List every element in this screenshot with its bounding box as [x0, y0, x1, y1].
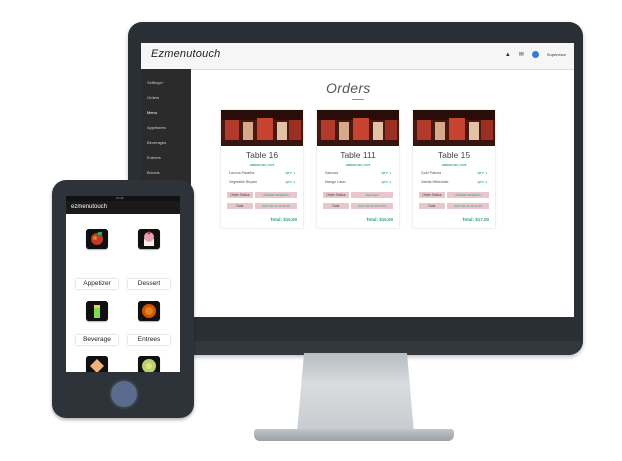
bell-icon[interactable]: ▲: [505, 52, 511, 58]
sidebar-item-beverages[interactable]: Beverages: [147, 140, 166, 145]
order-date-row: Date 2017-10-26 16:10:02: [227, 203, 297, 209]
beverage-icon[interactable]: [86, 301, 108, 321]
order-card[interactable]: Table 16 ORDER NO: #170 Laccha Paratha Q…: [221, 110, 303, 228]
dessert-icon[interactable]: [138, 229, 160, 249]
item-qty: QTY: 1: [477, 171, 487, 175]
status-badge[interactable]: Approved: [351, 192, 393, 198]
salad-icon[interactable]: [138, 356, 160, 372]
item-name: Vanilla Milkshake: [421, 180, 449, 184]
sidebar-item-entrees[interactable]: Entrees: [147, 155, 161, 160]
avatar[interactable]: [531, 51, 539, 58]
item-qty: QTY: 1: [285, 171, 295, 175]
status-label: Order Status: [323, 192, 349, 198]
item-name: Laccha Paratha: [229, 171, 255, 175]
home-button[interactable]: [109, 379, 139, 409]
item-name: Mango Lassi: [325, 180, 346, 184]
category-dessert[interactable]: Dessert: [128, 279, 170, 289]
order-item: Vegetable Biryani QTY: 1: [229, 180, 295, 186]
item-name: Vegetable Biryani: [229, 180, 257, 184]
date-label: Date: [323, 203, 349, 209]
item-qty: QTY: 1: [381, 171, 391, 175]
sidebar-item-menu[interactable]: Menu: [147, 110, 157, 115]
item-qty: QTY: 1: [285, 180, 295, 184]
status-label: Order Status: [419, 192, 445, 198]
status-badge[interactable]: ORDER PENDING: [255, 192, 297, 198]
order-item: Gobi Pakora QTY: 1: [421, 171, 487, 177]
category-appetizer[interactable]: Appetizer: [76, 279, 118, 289]
date-label: Date: [227, 203, 253, 209]
item-name: Gobi Pakora: [421, 171, 441, 175]
item-name: Samosa: [325, 171, 339, 175]
page-title: Orders: [326, 80, 371, 96]
order-status-row: Order Status Approved: [323, 192, 393, 198]
order-total: Total: $15.00: [270, 217, 297, 222]
item-qty: QTY: 1: [477, 180, 487, 184]
sidebar-item-appetizers[interactable]: Appetizers: [147, 125, 166, 130]
user-name[interactable]: Supervisor: [547, 52, 566, 57]
table-name: Table 111: [340, 150, 376, 160]
entrees-icon[interactable]: [138, 301, 160, 321]
order-total: Total: $17.00: [462, 217, 489, 222]
status-badge[interactable]: ORDER PENDING: [447, 192, 489, 198]
phone-app-title: ezmenutouch: [71, 204, 108, 210]
restaurant-photo: [317, 110, 399, 146]
order-item: Samosa QTY: 1: [325, 171, 391, 177]
monitor-chin: [128, 341, 583, 355]
table-name: Table 15: [437, 150, 471, 160]
order-item: Mango Lassi QTY: 1: [325, 180, 391, 186]
phone-screen: 10:40 ezmenutouch Appetizer Dessert Beve…: [66, 196, 180, 372]
restaurant-photo: [221, 110, 303, 146]
title-underline: [352, 99, 364, 100]
sidebar-item-settings[interactable]: Settings+: [147, 80, 164, 85]
appetizer-icon[interactable]: [86, 229, 108, 249]
order-number: ORDER NO: #178: [441, 163, 467, 167]
order-date-row: Date 2017-10-25 15:14:15: [419, 203, 489, 209]
item-qty: QTY: 1: [381, 180, 391, 184]
sidebar-item-orders[interactable]: Orders: [147, 95, 159, 100]
table-name: Table 16: [245, 150, 279, 160]
order-item: Laccha Paratha QTY: 1: [229, 171, 295, 177]
phone-app-bar: ezmenutouch: [66, 201, 180, 214]
date-label: Date: [419, 203, 445, 209]
brand-logo[interactable]: Ezmenutouch: [151, 48, 220, 60]
order-card[interactable]: Table 111 ORDER NO: #175 Samosa QTY: 1 M…: [317, 110, 399, 228]
sidebar-item-breads[interactable]: Breads: [147, 170, 160, 175]
category-entrees[interactable]: Entrees: [128, 335, 170, 345]
header-icons: ▲ ✉ Supervisor: [505, 51, 566, 58]
date-value: 2017-10-25 20:03:53: [351, 203, 393, 209]
order-item: Vanilla Milkshake QTY: 1: [421, 180, 487, 186]
date-value: 2017-10-26 16:10:02: [255, 203, 297, 209]
category-beverage[interactable]: Beverage: [76, 335, 118, 345]
desktop-monitor: Ezmenutouch ▲ ✉ Supervisor Settings+ Ord…: [128, 22, 583, 355]
order-total: Total: $15.00: [366, 217, 393, 222]
status-time: 10:40: [116, 196, 124, 200]
monitor-stand: [297, 353, 414, 433]
bread-icon[interactable]: [86, 356, 108, 372]
order-date-row: Date 2017-10-25 20:03:53: [323, 203, 393, 209]
app-header: Ezmenutouch ▲ ✉ Supervisor: [141, 43, 574, 70]
order-status-row: Order Status ORDER PENDING: [419, 192, 489, 198]
monitor-base: [254, 429, 454, 441]
order-status-row: Order Status ORDER PENDING: [227, 192, 297, 198]
desktop-screen: Ezmenutouch ▲ ✉ Supervisor Settings+ Ord…: [141, 43, 574, 317]
order-card[interactable]: Table 15 ORDER NO: #178 Gobi Pakora QTY:…: [413, 110, 495, 228]
order-number: ORDER NO: #175: [345, 163, 371, 167]
phone-device: 10:40 ezmenutouch Appetizer Dessert Beve…: [52, 180, 194, 418]
status-label: Order Status: [227, 192, 253, 198]
restaurant-photo: [413, 110, 495, 146]
order-number: ORDER NO: #170: [249, 163, 275, 167]
mail-icon[interactable]: ✉: [519, 52, 524, 58]
date-value: 2017-10-25 15:14:15: [447, 203, 489, 209]
